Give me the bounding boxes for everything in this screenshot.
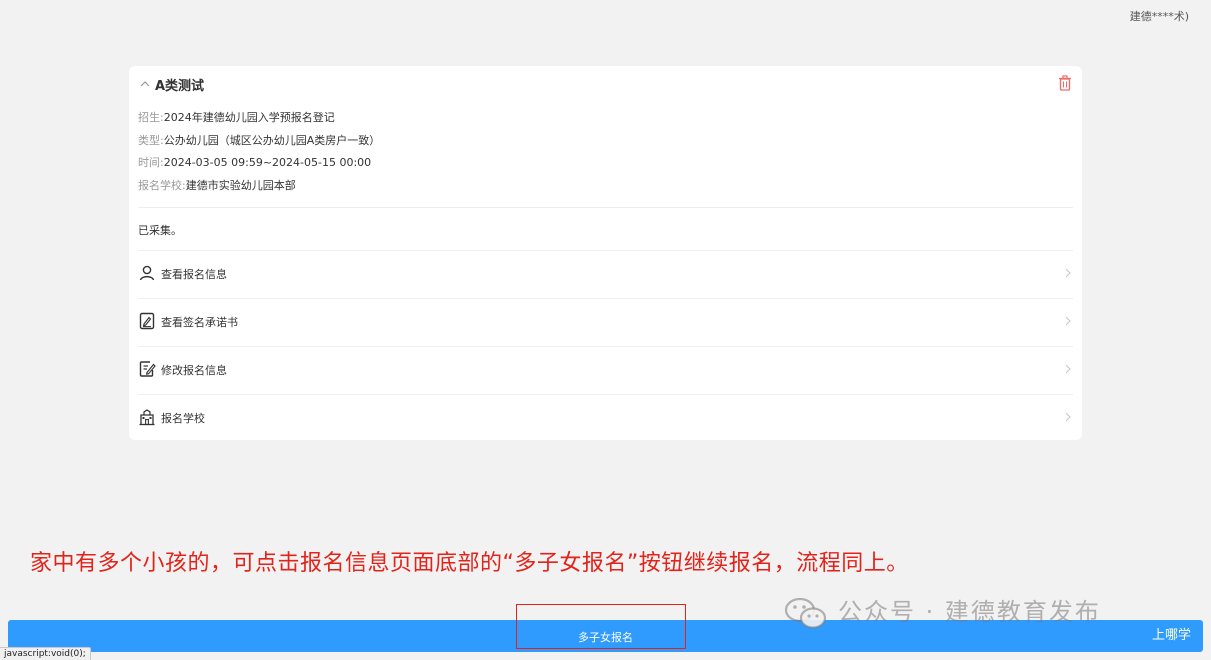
annotation-text: 家中有多个小孩的，可点击报名信息页面底部的“多子女报名”按钮继续报名，流程同上。	[30, 551, 909, 576]
info-value: 2024年建德幼儿园入学预报名登记	[163, 111, 335, 124]
menu-item-view-registration[interactable]: 查看报名信息	[129, 251, 1082, 298]
registration-card: A类测试 招生:2024年建德幼儿园入学预报名登记 类型:公办幼儿园（城区公办幼…	[129, 66, 1082, 440]
chevron-right-icon	[1065, 268, 1071, 278]
chevron-right-icon	[1065, 412, 1071, 422]
school-icon	[139, 409, 155, 426]
chevron-right-icon	[1065, 316, 1071, 326]
info-value: 公办幼儿园（城区公办幼儿园A类房户一致）	[163, 134, 381, 147]
menu-item-label: 查看签名承诺书	[161, 316, 238, 329]
watermark-text: 公众号 · 建德教育发布	[838, 598, 1101, 626]
highlight-box	[516, 604, 686, 649]
info-row-type: 类型:公办幼儿园（城区公办幼儿园A类房户一致）	[138, 132, 380, 148]
person-icon	[139, 265, 155, 281]
info-label: 招生:	[138, 111, 164, 124]
trash-icon[interactable]	[1058, 75, 1072, 91]
chevron-up-icon[interactable]	[139, 78, 151, 90]
info-label: 报名学校:	[138, 179, 186, 192]
info-row-school: 报名学校:建德市实验幼儿园本部	[138, 177, 296, 193]
header-user-name: 建德****术)	[1129, 10, 1189, 23]
info-label: 类型:	[138, 134, 164, 147]
info-row-enrollment: 招生:2024年建德幼儿园入学预报名登记	[138, 109, 335, 125]
menu-item-edit-registration[interactable]: 修改报名信息	[129, 347, 1082, 394]
menu-item-school[interactable]: 报名学校	[129, 395, 1082, 442]
browser-status-bar: javascript:void(0);	[0, 647, 91, 660]
menu-item-label: 修改报名信息	[161, 364, 227, 377]
divider	[138, 207, 1073, 208]
signature-icon	[139, 312, 155, 330]
menu-item-label: 查看报名信息	[161, 268, 227, 281]
card-title: A类测试	[155, 79, 205, 94]
info-value: 建德市实验幼儿园本部	[185, 179, 296, 192]
card-header[interactable]: A类测试	[129, 66, 1082, 102]
wechat-icon	[784, 597, 827, 629]
info-value: 2024-03-05 09:59~2024-05-15 00:00	[163, 156, 372, 169]
chevron-right-icon	[1065, 364, 1071, 374]
collection-status: 已采集。	[138, 224, 182, 237]
edit-icon	[139, 361, 156, 377]
menu-item-label: 报名学校	[161, 412, 205, 425]
info-row-time: 时间:2024-03-05 09:59~2024-05-15 00:00	[138, 154, 371, 170]
watermark-sub-text: 上哪学	[1151, 628, 1191, 643]
info-label: 时间:	[138, 156, 164, 169]
menu-item-view-signature[interactable]: 查看签名承诺书	[129, 299, 1082, 346]
